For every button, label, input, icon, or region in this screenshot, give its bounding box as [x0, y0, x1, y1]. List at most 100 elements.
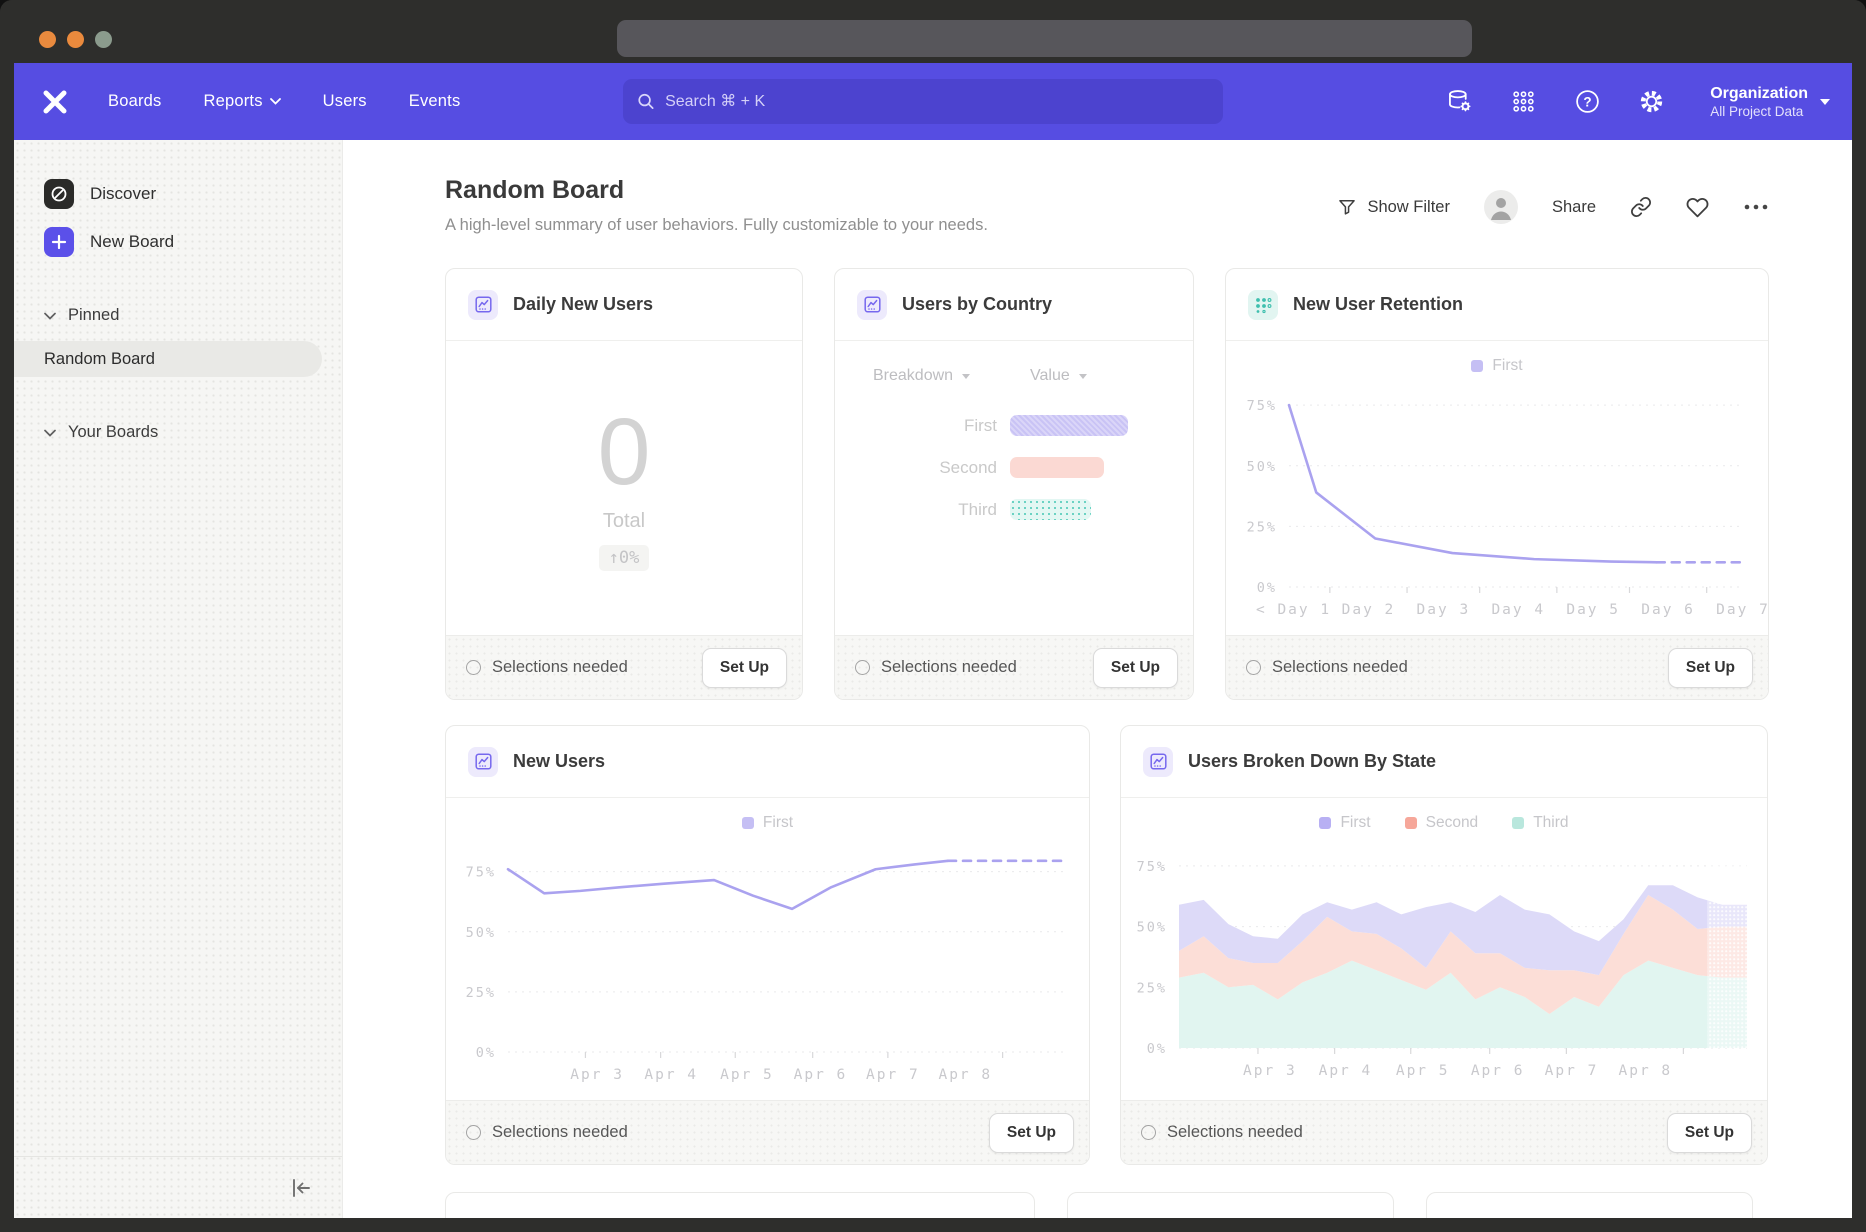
set-up-button[interactable]: Set Up — [1667, 1113, 1752, 1153]
status-circle-icon — [466, 660, 481, 675]
global-search[interactable] — [623, 79, 1223, 124]
org-name: Organization — [1710, 84, 1808, 104]
svg-text:Apr 8: Apr 8 — [1618, 1063, 1672, 1079]
status-text: Selections needed — [1272, 658, 1408, 677]
set-up-button[interactable]: Set Up — [989, 1113, 1074, 1153]
line-chart-icon — [468, 290, 498, 320]
country-bar — [1010, 457, 1104, 478]
select-label: Breakdown — [873, 367, 953, 385]
page-subtitle: A high-level summary of user behaviors. … — [445, 216, 988, 235]
settings-gear-icon[interactable] — [1638, 88, 1665, 115]
card-footer: Selections needed Set Up — [446, 1100, 1089, 1164]
data-management-icon[interactable] — [1446, 88, 1473, 115]
svg-text:50%: 50% — [466, 925, 496, 941]
legend-label: First — [1492, 357, 1522, 375]
nav-item-events[interactable]: Events — [409, 92, 461, 111]
country-row: Second — [835, 457, 1193, 478]
country-bar — [1010, 499, 1091, 520]
zoom-window-button[interactable] — [95, 31, 112, 48]
avatar[interactable] — [1484, 190, 1518, 224]
nav-item-boards[interactable]: Boards — [108, 92, 161, 111]
card-new-user-retention: New User Retention First 75%50%25%0%< Da… — [1225, 268, 1769, 700]
set-up-button[interactable]: Set Up — [702, 648, 787, 688]
link-icon — [1630, 196, 1652, 218]
search-input[interactable] — [665, 93, 1209, 111]
country-bar — [1010, 415, 1128, 436]
card-title: Daily New Users — [513, 294, 653, 315]
legend-swatch — [1471, 360, 1483, 372]
legend-label: Second — [1426, 814, 1479, 832]
sidebar-section-pinned[interactable]: Pinned — [14, 306, 342, 325]
apps-grid-icon[interactable] — [1510, 88, 1537, 115]
status-circle-icon — [1246, 660, 1261, 675]
favorite-button[interactable] — [1686, 196, 1709, 219]
discover-compass-icon — [44, 179, 74, 209]
more-options-button[interactable] — [1743, 203, 1769, 211]
copy-link-button[interactable] — [1630, 196, 1652, 218]
mixpanel-logo-icon[interactable] — [40, 87, 70, 117]
legend-label: First — [1340, 814, 1370, 832]
svg-text:Apr 6: Apr 6 — [794, 1067, 848, 1083]
app-root: Boards Reports Users Events — [14, 63, 1852, 1218]
legend-swatch — [1405, 817, 1417, 829]
sidebar-item-label: New Board — [90, 232, 174, 252]
page-title: Random Board — [445, 176, 624, 205]
legend-swatch — [1319, 817, 1331, 829]
set-up-button[interactable]: Set Up — [1093, 648, 1178, 688]
share-button[interactable]: Share — [1552, 198, 1596, 217]
legend-item-first: First — [1319, 812, 1370, 834]
status-circle-icon — [855, 660, 870, 675]
card-footer: Selections needed Set Up — [835, 635, 1193, 699]
card-header: Users Broken Down By State — [1121, 726, 1767, 798]
search-icon — [637, 92, 655, 111]
country-bar-list: FirstSecondThird — [835, 415, 1193, 520]
browser-address-bar[interactable] — [617, 20, 1472, 57]
legend-item-second: Second — [1405, 812, 1479, 834]
select-label: Value — [1030, 367, 1070, 385]
svg-text:Day 3: Day 3 — [1417, 602, 1471, 618]
nav-item-label: Users — [323, 92, 367, 111]
nav-item-reports[interactable]: Reports — [203, 92, 280, 111]
show-filter-label: Show Filter — [1367, 198, 1450, 217]
minimize-window-button[interactable] — [67, 31, 84, 48]
svg-text:0%: 0% — [476, 1045, 496, 1061]
set-up-button[interactable]: Set Up — [1668, 648, 1753, 688]
close-window-button[interactable] — [39, 31, 56, 48]
card-users-by-state: Users Broken Down By State First — [1120, 725, 1768, 1165]
card-header: Stacked Line Graph — [446, 1193, 1034, 1218]
org-switcher[interactable]: Organization All Project Data — [1710, 84, 1830, 119]
nav-item-label: Boards — [108, 92, 161, 111]
chevron-down-icon — [270, 98, 281, 105]
svg-text:Apr 4: Apr 4 — [644, 1067, 698, 1083]
chevron-down-icon — [44, 312, 56, 320]
sidebar-item-discover[interactable]: Discover — [14, 170, 342, 218]
country-row: First — [835, 415, 1193, 436]
sidebar-section-your-boards[interactable]: Your Boards — [14, 423, 342, 442]
section-label: Pinned — [68, 306, 119, 325]
sidebar-item-random-board[interactable]: Random Board — [14, 341, 322, 377]
card-header: Users by Country — [835, 269, 1193, 341]
kpi-body: 0 Total ↑0% — [446, 341, 802, 635]
collapse-sidebar-icon[interactable] — [288, 1175, 314, 1201]
new-users-line-chart: 75%50%25%0%Apr 3Apr 4Apr 5Apr 6Apr 7Apr … — [446, 834, 1089, 1092]
board-controls: Show Filter Share — [1337, 190, 1769, 224]
breakdown-select[interactable]: Breakdown — [873, 367, 970, 385]
show-filter-button[interactable]: Show Filter — [1337, 197, 1450, 217]
state-chart-body: First Second Third — [1121, 798, 1767, 1100]
nav-item-users[interactable]: Users — [323, 92, 367, 111]
help-icon[interactable]: ? — [1574, 88, 1601, 115]
share-label: Share — [1552, 198, 1596, 217]
legend-item-first: First — [1471, 355, 1522, 377]
legend-label: Third — [1533, 814, 1568, 832]
value-select[interactable]: Value — [1030, 367, 1087, 385]
sidebar-footer — [14, 1156, 342, 1218]
status-text: Selections needed — [492, 1123, 628, 1142]
sidebar-item-new-board[interactable]: New Board — [14, 218, 342, 266]
kpi-value: 0 — [598, 405, 651, 500]
org-project: All Project Data — [1710, 104, 1808, 119]
card-header: Active Users — [1427, 1193, 1752, 1218]
legend-swatch — [742, 817, 754, 829]
chart-legend: First Second Third — [1121, 798, 1767, 834]
board-label: Random Board — [44, 350, 155, 369]
svg-text:Apr 3: Apr 3 — [1243, 1063, 1297, 1079]
